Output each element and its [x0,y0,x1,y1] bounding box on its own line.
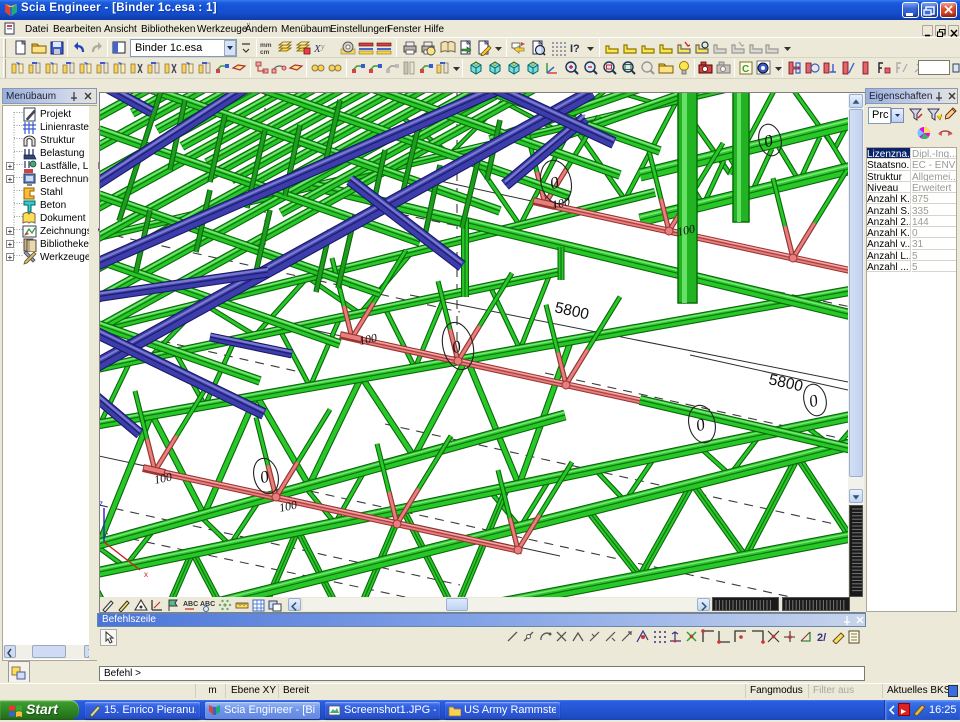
svg-text:y: y [320,42,325,51]
svg-text:mm: mm [260,42,272,49]
svg-text:2/: 2/ [817,632,826,644]
svg-text:x: x [144,570,148,579]
svg-text:C: C [742,64,749,75]
svg-text:I?: I? [570,43,580,55]
svg-text:z: z [100,499,103,508]
svg-text:ABC: ABC [183,601,198,608]
svg-text:cm: cm [260,49,270,56]
